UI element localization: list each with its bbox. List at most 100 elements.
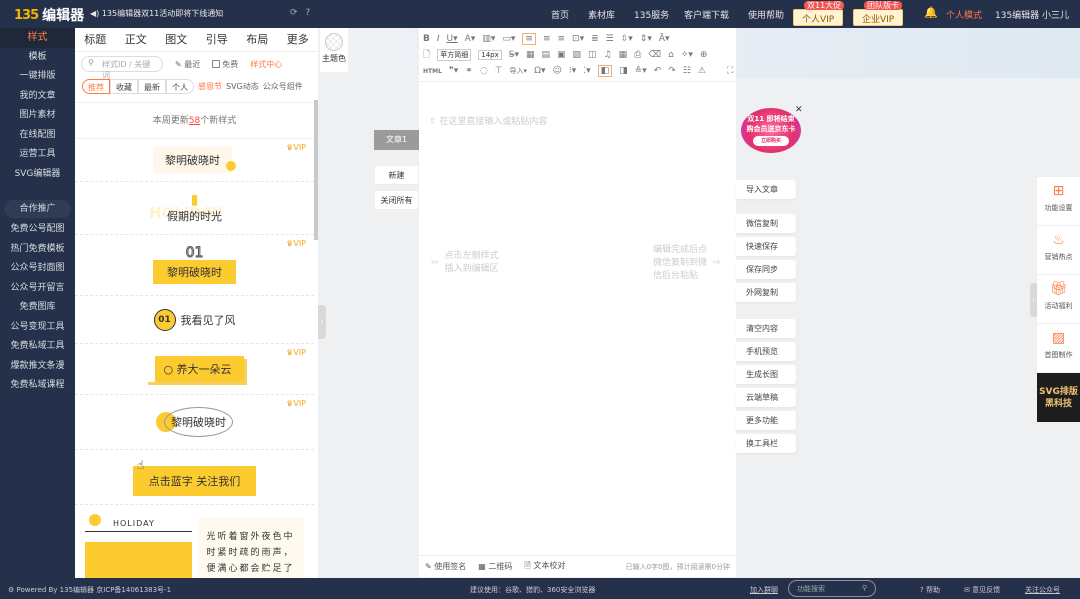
import-button[interactable]: 导入▾ [510, 66, 528, 76]
sidebar-item-7[interactable]: SVG编辑器 [0, 165, 75, 185]
help-link[interactable]: ? 帮助 [920, 585, 940, 595]
logo[interactable]: 135 编辑器 [14, 5, 84, 25]
nav-download[interactable]: 客户端下载 [684, 8, 729, 21]
nav-services[interactable]: 135服务 [634, 8, 669, 21]
sidebar-promo-item-4[interactable]: 免费图库 [0, 298, 75, 318]
border-icon[interactable]: ▭▾ [502, 34, 515, 44]
quote-icon[interactable]: ❞▾ [449, 66, 458, 76]
indent-icon[interactable]: ⊡▾ [572, 34, 584, 44]
tag-components[interactable]: 公众号组件 [263, 81, 303, 92]
font-size-select[interactable]: 14px [478, 50, 502, 60]
table-icon[interactable]: ▦ [526, 50, 535, 60]
sidebar-item-0[interactable]: 样式 [0, 28, 75, 48]
undo-icon[interactable]: ↶ [654, 66, 662, 76]
chip-favorites[interactable]: 收藏 [110, 78, 138, 94]
bold-icon[interactable]: B [423, 34, 430, 44]
omega-icon[interactable]: Ω▾ [534, 66, 545, 76]
collapse-panel-handle[interactable]: ‹ [318, 305, 326, 339]
font-family-select[interactable]: 苹方简细 [437, 49, 472, 61]
action-button-4[interactable]: 外网复制 [736, 283, 796, 302]
feedback-link[interactable]: ✉ 意见反馈 [964, 585, 1000, 595]
close-all-button[interactable]: 关闭所有 [374, 190, 419, 210]
marketing-hot-button[interactable]: ♨ 营销热点 [1037, 226, 1080, 275]
clear-format-icon[interactable]: Ā▾ [659, 34, 670, 44]
feature-settings-button[interactable]: ⊞ 功能设置 [1037, 177, 1080, 226]
image-icon[interactable]: ▨ [573, 50, 582, 60]
sidebar-promo-item-6[interactable]: 免费私域工具 [0, 337, 75, 357]
editor-placeholder[interactable]: ⇧ 在这里直接输入或粘贴内容 [429, 114, 547, 127]
sidebar-item-3[interactable]: 我的文章 [0, 87, 75, 107]
panel-tab-4[interactable]: 布局 [246, 28, 268, 51]
ordered-list-icon[interactable]: ⁝▾ [569, 66, 576, 76]
shop-icon[interactable]: ⌂ [668, 50, 674, 60]
spacing-icon[interactable]: ⇳▾ [621, 34, 633, 44]
action-button-6[interactable]: 手机预览 [736, 342, 796, 361]
style-item[interactable]: ♛VIP 黎明破晓时 [75, 139, 314, 182]
close-icon[interactable]: ✕ [795, 105, 803, 115]
sidebar-promo-item-1[interactable]: 热门免费模板 [0, 240, 75, 260]
align-right-icon[interactable]: ≡ [557, 34, 565, 44]
style-center-link[interactable]: 样式中心 [250, 59, 282, 70]
emoji-icon[interactable]: ☺ [552, 66, 561, 76]
panel-tab-0[interactable]: 标题 [84, 28, 106, 51]
personal-mode[interactable]: 个人模式 [946, 8, 982, 21]
html-button[interactable]: HTML [423, 68, 442, 75]
book-icon[interactable]: ▤ [542, 50, 551, 60]
font-color-icon[interactable]: A▾ [465, 34, 476, 44]
svg-promo-button[interactable]: SVG排版 黑科技 [1037, 373, 1080, 422]
action-button-5[interactable]: 清空内容 [736, 319, 796, 338]
link-icon[interactable]: ⚭ [465, 66, 473, 76]
sidebar-promo-item-3[interactable]: 公众号开留言 [0, 279, 75, 299]
style-item[interactable]: ♛VIP ○ 养大一朵云 [75, 344, 314, 395]
cover-image-button[interactable]: ▨ 首图制作 [1037, 324, 1080, 373]
style-item[interactable]: ▮ HOLIDAY 假期的时光 [75, 182, 314, 235]
align-left-icon[interactable]: ≡ [522, 33, 536, 45]
music-icon[interactable]: ♫ [604, 50, 612, 60]
action-button-8[interactable]: 云端草稿 [736, 388, 796, 407]
stamp-icon[interactable]: ⚠ [698, 66, 706, 76]
format-icon[interactable]: ◧ [597, 65, 613, 77]
divider-icon[interactable]: ⊤ [495, 66, 503, 76]
sidebar-promo-item-5[interactable]: 公号变现工具 [0, 318, 75, 338]
action-button-1[interactable]: 微信复制 [736, 214, 796, 233]
new-doc-icon[interactable]: 🗋 [423, 47, 430, 63]
sidebar-promo-item-0[interactable]: 免费公号配图 [0, 220, 75, 240]
tag-svg[interactable]: SVG动态 [226, 81, 259, 92]
style-item[interactable]: ♛VIP 黎明破晓时 [75, 395, 314, 450]
unlink-icon[interactable]: ◌ [480, 66, 488, 76]
doc-icon[interactable]: ▣ [557, 50, 566, 60]
gallery-icon[interactable]: ◫ [588, 50, 597, 60]
zoom-icon[interactable]: ⊕ [700, 50, 708, 60]
signature-button[interactable]: ✎ 使用签名 [425, 561, 466, 572]
underline-icon[interactable]: U▾ [447, 34, 458, 44]
bg-color-icon[interactable]: ▥▾ [482, 34, 495, 44]
print-icon[interactable]: ⎙ [634, 50, 641, 60]
style-item[interactable]: 01 我看见了风 [75, 296, 314, 344]
panel-tab-2[interactable]: 图文 [165, 28, 187, 51]
feature-search-input[interactable]: 功能搜索 ⚲ [788, 580, 876, 597]
text-dir-icon[interactable]: ≙▾ [635, 66, 647, 76]
sidebar-item-4[interactable]: 图片素材 [0, 106, 75, 126]
action-button-7[interactable]: 生成长图 [736, 365, 796, 384]
list-icon[interactable]: ☰ [606, 34, 614, 44]
action-button-2[interactable]: 快速保存 [736, 237, 796, 256]
magic-icon[interactable]: ✧▾ [681, 50, 693, 60]
recent-button[interactable]: ✎ 最近 [175, 59, 200, 70]
video-icon[interactable]: ▦ [619, 50, 628, 60]
panel-tab-5[interactable]: 更多 [287, 28, 309, 51]
activity-benefits-button[interactable]: 🎁︎ 活动福利 [1037, 275, 1080, 324]
line-height-icon[interactable]: ⇕▾ [640, 34, 652, 44]
nav-materials[interactable]: 素材库 [588, 8, 615, 21]
sidebar-item-2[interactable]: 一键排版 [0, 67, 75, 87]
theme-color-button[interactable]: 主题色 [320, 28, 348, 72]
expand-right-handle[interactable]: › [1030, 283, 1037, 317]
sidebar-promo-item-2[interactable]: 公众号封面图 [0, 259, 75, 279]
personal-vip-button[interactable]: 个人VIP 双11大促 [793, 1, 845, 26]
align-center-icon[interactable]: ≡ [543, 34, 551, 44]
justify-icon[interactable]: ≣ [591, 34, 599, 44]
doc-tab-article1[interactable]: 文章1 [374, 130, 419, 150]
bell-icon[interactable]: 🔔 [924, 6, 938, 19]
user-name[interactable]: 135编辑器 小三儿 [995, 8, 1069, 21]
checklist-icon[interactable]: ☷ [683, 66, 691, 76]
sidebar-item-1[interactable]: 模板 [0, 48, 75, 68]
